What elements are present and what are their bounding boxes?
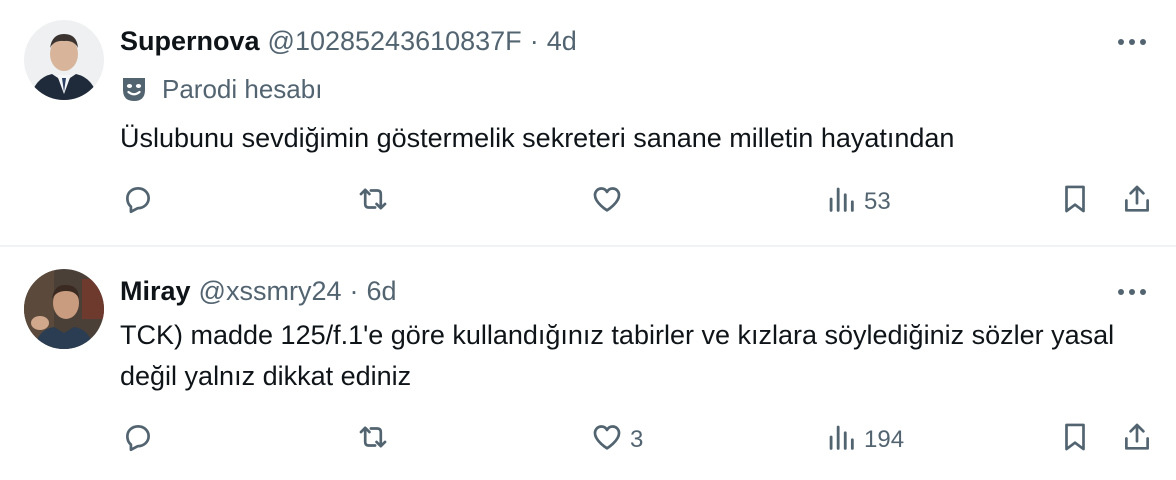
avatar[interactable]	[24, 269, 104, 349]
tweet-text: TCK) madde 125/f.1'e göre kullandığınız …	[120, 320, 1115, 391]
parody-label: Parodi hesabı	[162, 74, 323, 104]
bookmark-icon	[1058, 182, 1092, 223]
like-button[interactable]: 3	[590, 420, 643, 460]
display-name[interactable]: Miray	[120, 274, 191, 308]
share-button[interactable]	[1120, 182, 1154, 222]
views-button[interactable]: 53	[824, 182, 891, 222]
user-handle[interactable]: @xssmry24	[199, 274, 342, 308]
timestamp[interactable]: 6d	[366, 274, 396, 308]
like-icon	[590, 420, 624, 461]
view-count: 53	[864, 188, 891, 215]
more-icon[interactable]	[1114, 32, 1150, 52]
avatar[interactable]	[24, 20, 104, 100]
views-button[interactable]: 194	[824, 420, 904, 460]
views-icon	[824, 182, 858, 223]
share-button[interactable]	[1120, 420, 1154, 460]
tweet[interactable]: Supernova @10285243610837F · 4d Parodi h…	[0, 0, 1176, 246]
tweet[interactable]: Miray @xssmry24 · 6d TCK) madde 125/f.1'…	[0, 247, 1176, 480]
action-bar: 53	[0, 182, 1176, 222]
retweet-button[interactable]	[356, 182, 390, 222]
like-count: 3	[630, 426, 644, 453]
tweet-header: Supernova @10285243610837F · 4d	[120, 24, 577, 58]
separator: ·	[349, 276, 359, 306]
share-icon	[1120, 182, 1154, 223]
user-handle[interactable]: @10285243610837F	[268, 24, 522, 58]
reply-button[interactable]	[121, 182, 155, 222]
more-icon[interactable]	[1114, 282, 1150, 302]
display-name[interactable]: Supernova	[120, 24, 260, 58]
timestamp[interactable]: 4d	[547, 24, 577, 58]
action-bar: 3 194	[0, 420, 1176, 460]
parody-mask-icon	[120, 75, 148, 103]
view-count: 194	[864, 426, 905, 453]
bookmark-button[interactable]	[1058, 420, 1092, 460]
bookmark-button[interactable]	[1058, 182, 1092, 222]
tweet-header: Miray @xssmry24 · 6d	[120, 274, 397, 308]
reply-button[interactable]	[121, 420, 155, 460]
reply-icon	[121, 182, 155, 223]
retweet-button[interactable]	[356, 420, 390, 460]
like-icon	[590, 182, 624, 223]
reply-icon	[121, 420, 155, 461]
retweet-icon	[356, 182, 390, 223]
tweet-text: Üslubunu sevdiğimin göstermelik sekreter…	[120, 123, 955, 153]
bookmark-icon	[1058, 420, 1092, 461]
views-icon	[824, 420, 858, 461]
separator: ·	[529, 26, 539, 56]
share-icon	[1120, 420, 1154, 461]
like-button[interactable]	[590, 182, 630, 222]
retweet-icon	[356, 420, 390, 461]
parody-badge: Parodi hesabı	[120, 72, 322, 106]
